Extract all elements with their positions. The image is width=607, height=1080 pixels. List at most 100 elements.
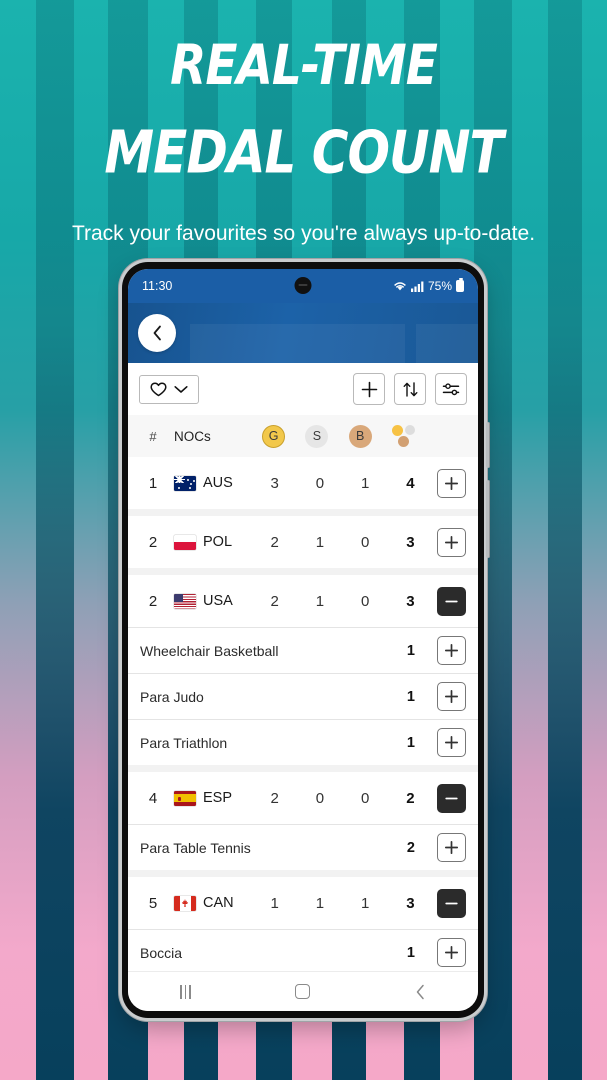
medal-table[interactable]: # NOCs G S B 1 AUS 3 0 1 4 2 POL 2 1 0 3 2 USA 2 1 0 3 Whe…: [128, 415, 478, 971]
plus-icon: [361, 381, 377, 397]
status-time: 11:30: [142, 279, 173, 293]
collapse-row-button[interactable]: [437, 783, 466, 813]
sport-medal-count: 1: [406, 642, 415, 659]
home-icon[interactable]: [295, 984, 311, 999]
table-row[interactable]: 4 ESP 2 0 0 2: [128, 772, 478, 824]
expand-row-button[interactable]: [437, 636, 466, 665]
table-row[interactable]: 1 AUS 3 0 1 4: [128, 457, 478, 509]
sport-sub-row[interactable]: Para Triathlon 1: [128, 719, 478, 765]
sliders-icon: [442, 382, 460, 395]
row-bronze-count: 0: [360, 533, 370, 551]
expand-row-button[interactable]: [437, 682, 466, 711]
expand-row-button[interactable]: [437, 833, 466, 862]
row-total-count: 3: [406, 592, 415, 610]
country-flag-icon: [174, 593, 196, 609]
table-row[interactable]: 2 USA 2 1 0 3: [128, 575, 478, 627]
country-flag-icon: [174, 895, 196, 911]
sport-name: Para Triathlon: [140, 734, 228, 751]
sport-medal-count: 1: [406, 734, 415, 751]
table-row[interactable]: 5 CAN 1 1 1 3: [128, 877, 478, 929]
sport-name: Boccia: [140, 944, 183, 961]
sport-sub-row[interactable]: Wheelchair Basketball 1: [128, 627, 478, 673]
header-panel-left: [190, 324, 405, 363]
table-body: 1 AUS 3 0 1 4 2 POL 2 1 0 3 2 USA 2 1 0 3 Wheelchair Baske…: [128, 457, 478, 971]
filter-button[interactable]: [435, 373, 467, 405]
row-medal-counts: 2002: [252, 790, 437, 807]
sport-medal-count: 1: [406, 688, 415, 705]
sport-sub-row[interactable]: Para Judo 1: [128, 673, 478, 719]
row-gold-count: 3: [270, 474, 279, 492]
row-gold-count: 2: [270, 592, 279, 610]
header-gold-column[interactable]: G: [262, 424, 286, 448]
android-nav-bar: [128, 971, 478, 1011]
minus-icon: [445, 902, 458, 904]
country-card: 2 POL 2 1 0 3: [128, 516, 478, 568]
row-bronze-count: 0: [360, 592, 370, 610]
country-card: 1 AUS 3 0 1 4: [128, 457, 478, 509]
row-rank: 2: [148, 592, 158, 610]
country-flag-icon: [174, 790, 196, 806]
row-silver-count: 1: [315, 894, 325, 912]
row-gold-count: 2: [270, 789, 279, 807]
plus-icon: [444, 735, 459, 750]
phone-volume-button[interactable]: [486, 422, 490, 468]
total-medals-icon[interactable]: [391, 425, 418, 447]
expand-row-button[interactable]: [437, 728, 466, 757]
row-rank: 1: [148, 474, 158, 492]
status-indicators: 75%: [393, 278, 464, 293]
plus-icon: [444, 840, 459, 855]
header-medal-columns: G S B: [252, 424, 432, 448]
country-card: 5 CAN 1 1 1 3 Boccia 1: [128, 877, 478, 971]
row-silver-count: 1: [315, 592, 325, 610]
row-country-code: ESP: [203, 790, 233, 806]
phone-power-button[interactable]: [486, 480, 490, 558]
row-rank: 4: [148, 789, 158, 807]
expand-row-button[interactable]: [437, 938, 466, 967]
sort-button[interactable]: [394, 373, 426, 405]
row-country-code: USA: [203, 593, 233, 609]
row-silver-count: 1: [315, 533, 325, 551]
minus-icon: [445, 797, 458, 799]
header-silver-column[interactable]: S: [305, 424, 329, 448]
row-medal-counts: 1 1 1 3: [252, 895, 437, 912]
plus-icon: [444, 535, 459, 549]
table-row[interactable]: 2 POL 2 1 0 3: [128, 516, 478, 568]
sport-medal-count: 2: [406, 839, 415, 856]
promo-subtitle: Track your favourites so you're always u…: [71, 222, 536, 245]
expand-row-button[interactable]: [437, 468, 466, 498]
row-bronze-count: 1: [360, 474, 370, 492]
recents-icon[interactable]: [180, 984, 191, 999]
back-icon[interactable]: [415, 984, 426, 1000]
sport-sub-row[interactable]: Boccia 1: [128, 929, 478, 971]
phone-screen: 11:30 75% # NOCs G S B 1 AUS 3 0 1 4 2 P…: [128, 269, 478, 1011]
battery-percent-label: 75%: [427, 279, 452, 293]
row-silver-count: 0: [315, 789, 325, 807]
country-card: 2 USA 2 1 0 3 Wheelchair Basketball 1 Para Judo 1…: [128, 575, 478, 765]
sport-sub-row[interactable]: Para Table Tennis 2: [128, 824, 478, 870]
row-country: CAN: [166, 895, 252, 911]
sport-name: Para Table Tennis: [140, 839, 251, 856]
header-bronze-column[interactable]: B: [348, 424, 372, 448]
toolbar-actions: [353, 373, 467, 405]
add-button[interactable]: [353, 373, 385, 405]
expand-row-button[interactable]: [437, 527, 466, 557]
back-button[interactable]: [138, 314, 176, 352]
row-total-count: 3: [406, 533, 415, 551]
row-country-code: AUS: [203, 475, 233, 491]
headline-line-2: MEDAL COUNT: [104, 118, 503, 187]
row-total-count: 4: [406, 474, 415, 492]
row-medal-counts: 2 1 0 3: [252, 534, 437, 551]
row-total-count: 3: [406, 894, 415, 912]
collapse-row-button[interactable]: [437, 586, 466, 616]
promo-hero: REAL-TIME MEDAL COUNT Track your favouri…: [0, 0, 607, 249]
row-country: USA: [166, 593, 252, 609]
plus-icon: [444, 945, 459, 960]
chevron-down-icon: [174, 385, 188, 393]
headline-line-1: REAL-TIME: [170, 33, 438, 99]
collapse-row-button[interactable]: [437, 888, 466, 918]
favourites-filter-button[interactable]: [139, 374, 199, 404]
sort-arrows-icon: [403, 381, 417, 397]
app-header-banner: [128, 303, 478, 363]
front-camera-punch-hole: [294, 277, 312, 294]
country-flag-icon: [174, 534, 196, 550]
